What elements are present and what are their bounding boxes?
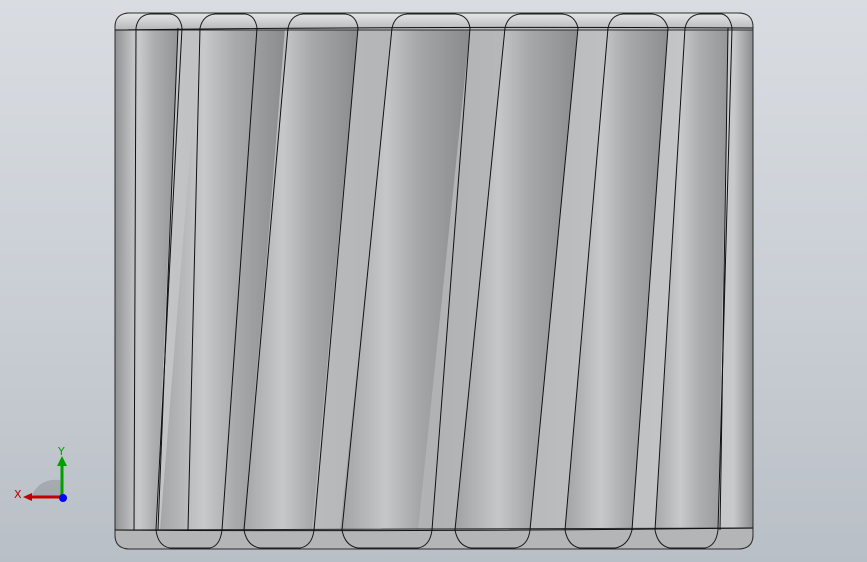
coordinate-triad[interactable]: Y X bbox=[12, 440, 82, 510]
x-axis-arrowhead-icon bbox=[23, 493, 32, 501]
triad-plane-icon bbox=[32, 479, 62, 498]
triad-x-label: X bbox=[14, 488, 22, 501]
z-axis-icon bbox=[59, 494, 67, 502]
graphics-viewport[interactable]: Y X bbox=[0, 0, 867, 562]
flute-shading bbox=[118, 28, 728, 530]
triad-y-label: Y bbox=[57, 445, 65, 458]
3d-model-view[interactable] bbox=[0, 0, 867, 562]
